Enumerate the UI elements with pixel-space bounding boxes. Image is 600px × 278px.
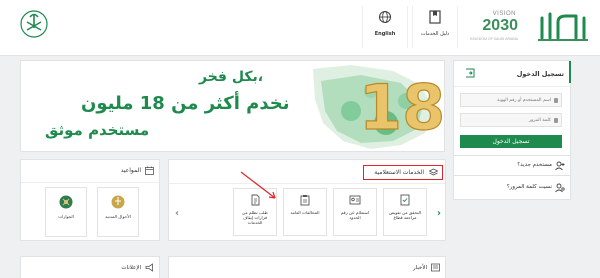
- absher-logo[interactable]: VISION 2030 KINGDOM OF SAUDI ARABIA: [442, 6, 592, 48]
- top-header: VISION 2030 KINGDOM OF SAUDI ARABIA دليل…: [0, 0, 600, 56]
- password-placeholder: كلمة المرور: [528, 118, 551, 123]
- login-card: تسجيل الدخول اسم المستخدم أو رقم الهوية …: [453, 60, 571, 156]
- login-title: تسجيل الدخول: [516, 70, 564, 78]
- service-item-label: المخالفات العامة: [290, 210, 320, 215]
- passports-emblem-icon: [59, 195, 73, 209]
- service-item-border-number[interactable]: استعلام عن رقم الحدود: [333, 188, 377, 236]
- news-panel[interactable]: الأخبار: [168, 256, 446, 278]
- service-item-authorization-check[interactable]: التحقق من تفويض مراجعة قطاع: [383, 188, 427, 236]
- globe-icon: [378, 10, 392, 24]
- appointments-title: المواعيد: [120, 167, 141, 174]
- annotation-arrow: [240, 171, 276, 199]
- english-label: English: [374, 31, 396, 37]
- news-title: الأخبار: [412, 265, 427, 271]
- vision-year: 2030: [482, 17, 518, 34]
- id-card-icon: [349, 195, 361, 205]
- login-icon: [466, 68, 475, 78]
- document-check-icon: [400, 194, 410, 206]
- clipboard-icon: [300, 195, 310, 206]
- appointment-label: الأحوال المدنية: [105, 214, 131, 219]
- services-title-highlight: الخدمات الاستعلامية: [363, 165, 443, 180]
- next-arrow-icon[interactable]: ›: [437, 208, 441, 219]
- appointments-panel: المواعيد الأحوال المدنية الجوازات: [20, 159, 160, 241]
- inquiry-services-panel: الخدمات الاستعلامية › ‹ التحقق من تفويض …: [168, 159, 446, 241]
- banner-line-2: نخدم أكثر من 18 مليون: [81, 93, 290, 114]
- appointment-passports[interactable]: الجوازات: [45, 187, 87, 237]
- vision-subtitle: KINGDOM OF SAUDI ARABIA: [470, 37, 518, 41]
- password-field[interactable]: كلمة المرور: [460, 113, 562, 127]
- layers-icon: [429, 168, 438, 176]
- big-number-18: 18: [359, 71, 445, 144]
- banner-line-3: مستخدم موثق: [45, 121, 150, 139]
- lock-icon: [554, 118, 558, 123]
- login-button[interactable]: تسجيل الدخول: [460, 135, 562, 148]
- forgot-password-label: نسيت كلمة المرور؟: [506, 184, 552, 190]
- login-divider: [454, 86, 570, 87]
- service-item-label: التحقق من تفويض مراجعة قطاع: [389, 210, 421, 221]
- newspaper-icon: [431, 263, 440, 272]
- banner-line-1: بكل فخر،: [199, 69, 264, 85]
- username-field[interactable]: اسم المستخدم أو رقم الهوية: [460, 93, 562, 107]
- new-user-label: مستخدم جديد؟: [517, 162, 552, 168]
- appointments-divider: [21, 182, 159, 183]
- services-title: الخدمات الاستعلامية: [374, 169, 424, 176]
- prev-arrow-icon[interactable]: ‹: [175, 208, 179, 219]
- announcements-panel[interactable]: الإعلانات: [20, 256, 160, 278]
- ministry-emblem-icon: [20, 10, 48, 38]
- service-item-label: طلب تظلم من قرارات إيقاف الخدمات: [242, 210, 268, 226]
- book-icon: [429, 10, 441, 24]
- civil-affairs-emblem-icon: [111, 195, 125, 209]
- service-item-public-violations[interactable]: المخالفات العامة: [283, 188, 327, 236]
- hero-banner[interactable]: 18 بكل فخر، نخدم أكثر من 18 مليون مستخدم…: [20, 60, 445, 152]
- forgot-password-link[interactable]: نسيت كلمة المرور؟: [453, 176, 571, 200]
- active-indicator: [569, 61, 571, 83]
- announcements-title: الإعلانات: [121, 265, 141, 271]
- services-divider: [169, 183, 445, 184]
- add-user-icon: [555, 161, 565, 171]
- user-icon: [554, 98, 558, 103]
- absher-mark-icon: [538, 12, 588, 41]
- services-guide-label: دليل الخدمات: [420, 31, 450, 37]
- calendar-icon: [145, 166, 154, 175]
- new-user-link[interactable]: مستخدم جديد؟: [453, 156, 571, 176]
- appointment-civil-affairs[interactable]: الأحوال المدنية: [97, 187, 139, 237]
- services-guide-button[interactable]: دليل الخدمات: [412, 6, 458, 48]
- megaphone-icon: [145, 263, 153, 272]
- key-user-icon: [555, 183, 565, 193]
- appointment-label: الجوازات: [58, 214, 74, 219]
- service-item-label: استعلام عن رقم الحدود: [340, 210, 370, 221]
- username-placeholder: اسم المستخدم أو رقم الهوية: [497, 98, 551, 103]
- language-button[interactable]: English: [362, 6, 408, 48]
